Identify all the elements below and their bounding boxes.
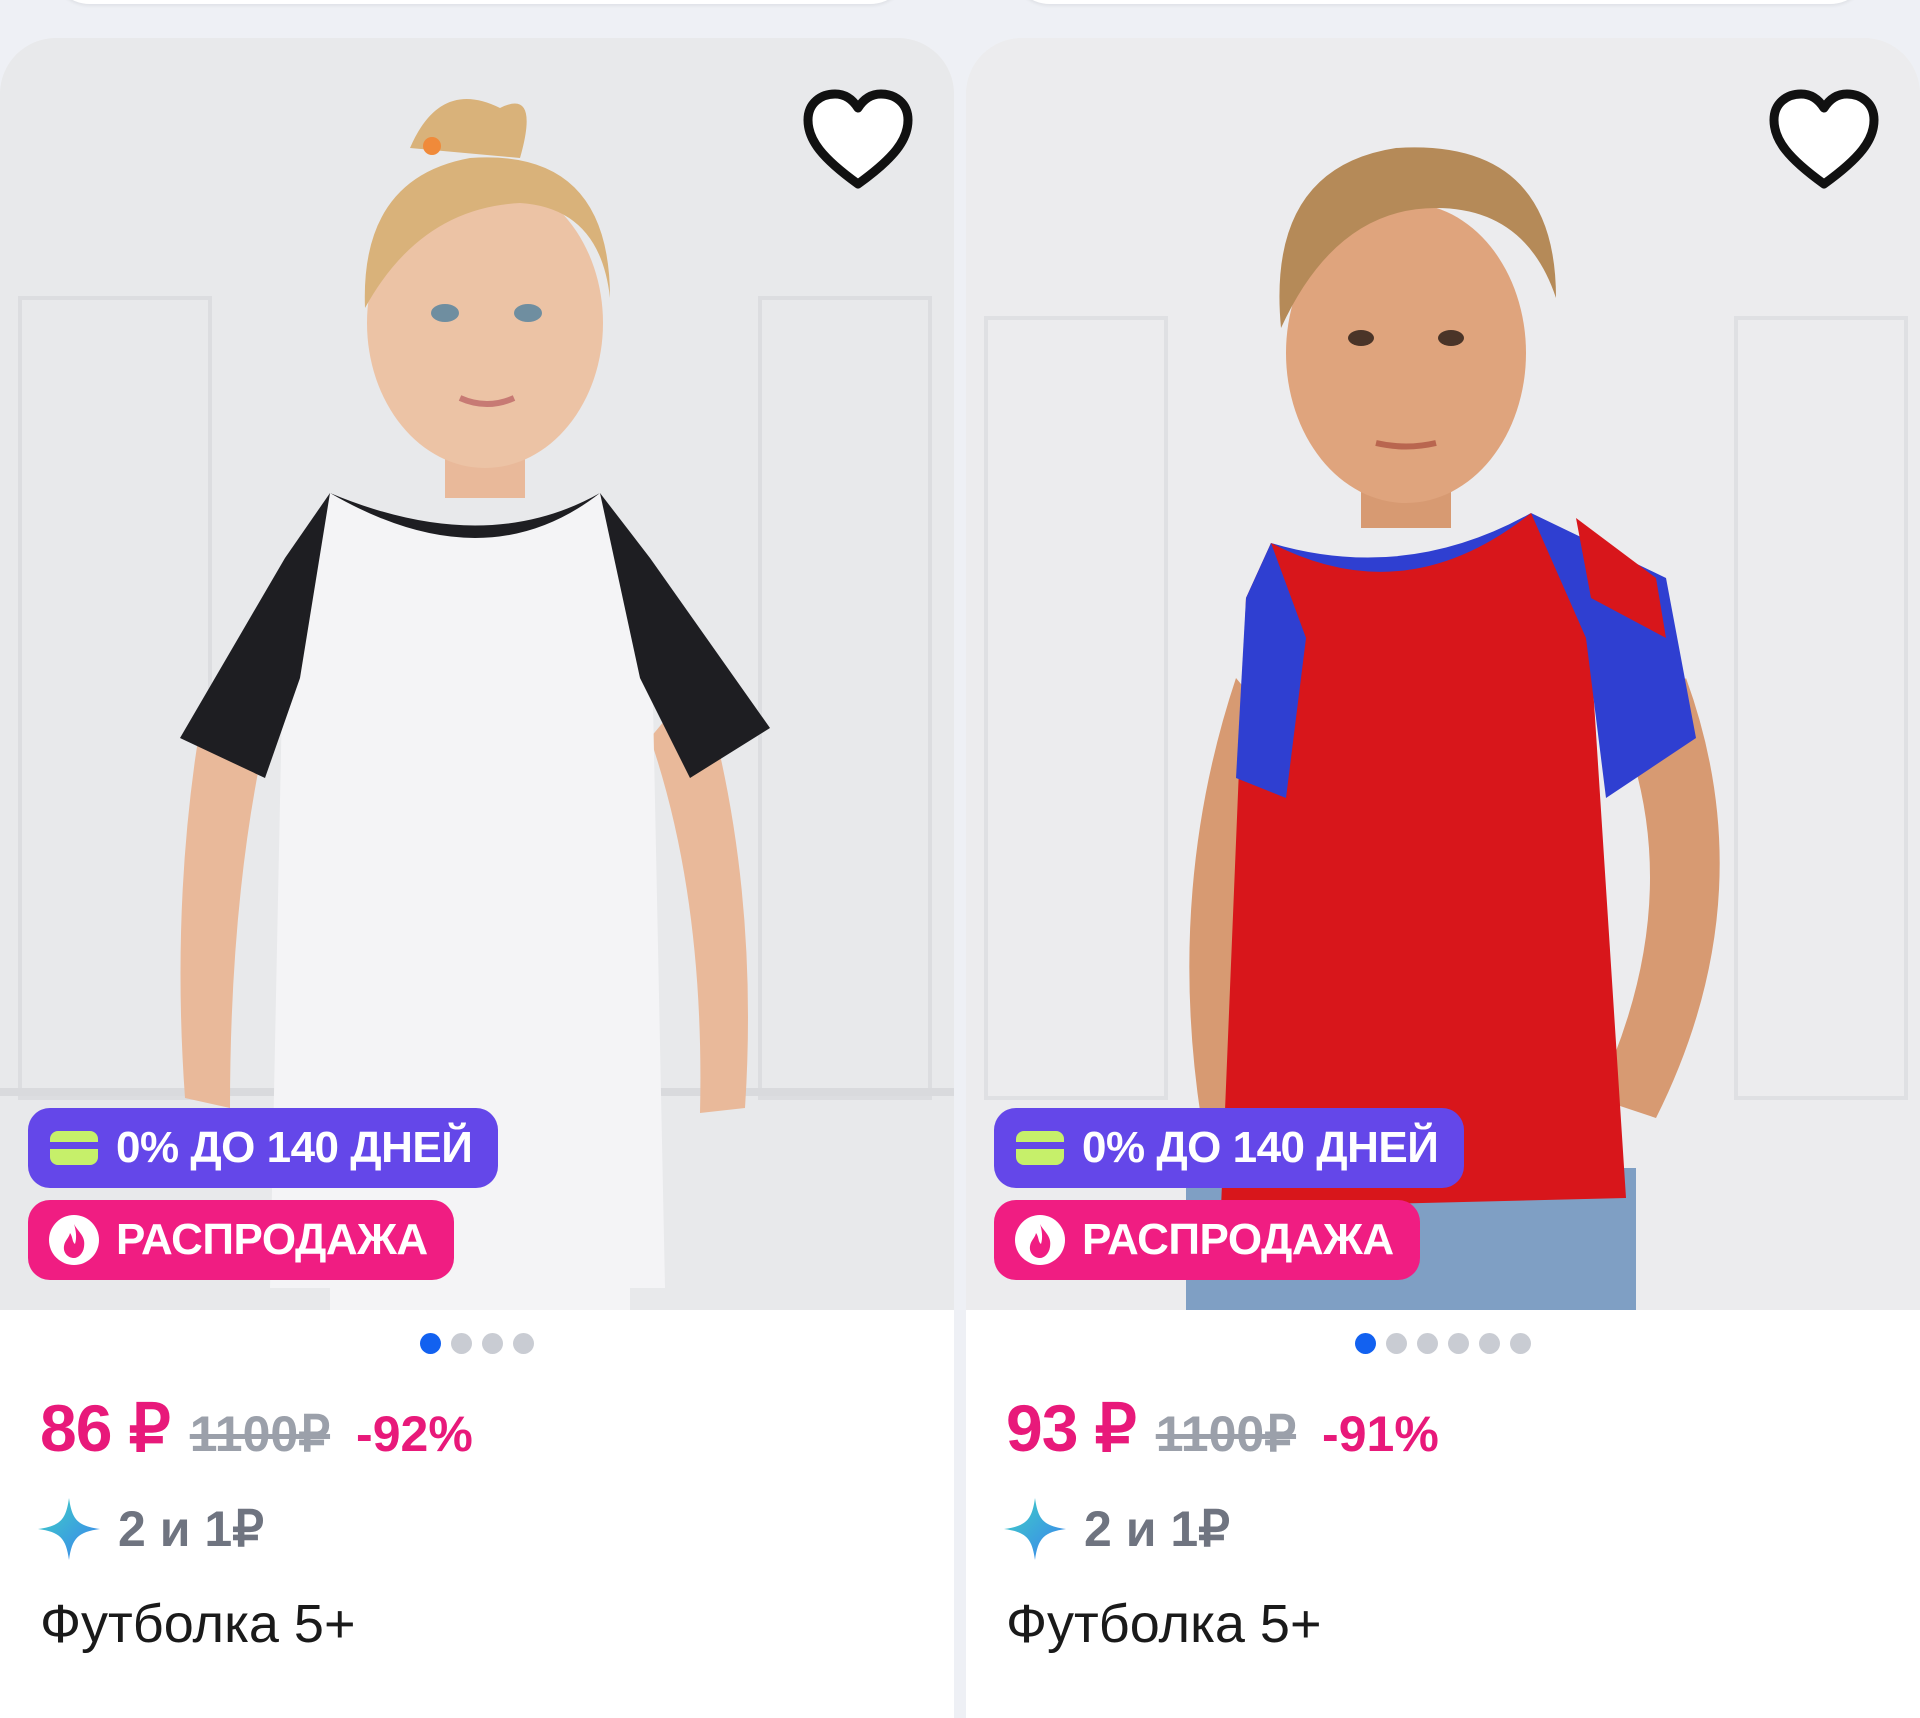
product-image[interactable]: 0% ДО 140 ДНЕЙ РАСПРОДАЖА (0, 38, 954, 1310)
card-icon (1016, 1131, 1064, 1165)
installment-badge: 0% ДО 140 ДНЕЙ (28, 1108, 499, 1188)
previous-card-bottom-left (50, 0, 910, 4)
gallery-dot[interactable] (482, 1333, 503, 1354)
gallery-dot[interactable] (1386, 1333, 1407, 1354)
favorite-button[interactable] (1768, 88, 1880, 192)
price-row: 86 ₽ 1100₽ -92% (40, 1390, 473, 1467)
heart-icon (803, 89, 913, 189)
flame-icon (49, 1215, 99, 1265)
sale-badge-label: РАСПРОДАЖА (116, 1215, 428, 1264)
current-price: 86 ₽ (40, 1391, 171, 1465)
gallery-dot-active[interactable] (420, 1333, 441, 1354)
gallery-dot-active[interactable] (1355, 1333, 1376, 1354)
price-row: 93 ₽ 1100₽ -91% (1006, 1390, 1439, 1467)
gallery-dot[interactable] (1417, 1333, 1438, 1354)
installment-badge-label: 0% ДО 140 ДНЕЙ (1082, 1123, 1439, 1172)
gallery-dot[interactable] (1510, 1333, 1531, 1354)
promo-row: 2 и 1₽ (36, 1496, 264, 1562)
product-title[interactable]: Футболка 5+ (1006, 1593, 1321, 1655)
previous-card-bottom-right (1010, 0, 1870, 4)
flame-icon (1015, 1215, 1065, 1265)
favorite-button[interactable] (802, 88, 914, 192)
gallery-dot[interactable] (1479, 1333, 1500, 1354)
old-price: 1100₽ (1155, 1406, 1297, 1462)
promo-label: 2 и 1₽ (118, 1501, 264, 1557)
gallery-dot[interactable] (451, 1333, 472, 1354)
promo-label: 2 и 1₽ (1084, 1501, 1230, 1557)
discount-percent: -92% (356, 1406, 473, 1462)
product-title[interactable]: Футболка 5+ (40, 1593, 355, 1655)
installment-badge-label: 0% ДО 140 ДНЕЙ (116, 1123, 473, 1172)
sale-badge: РАСПРОДАЖА (994, 1200, 1420, 1280)
sparkle-icon (1004, 1498, 1066, 1560)
gallery-dot[interactable] (1448, 1333, 1469, 1354)
discount-percent: -91% (1322, 1406, 1439, 1462)
heart-icon (1769, 89, 1879, 189)
gallery-pagination (0, 1333, 954, 1354)
gallery-dot[interactable] (513, 1333, 534, 1354)
gallery-pagination (966, 1333, 1920, 1354)
promo-row: 2 и 1₽ (1002, 1496, 1230, 1562)
old-price: 1100₽ (189, 1406, 331, 1462)
sale-badge: РАСПРОДАЖА (28, 1200, 454, 1280)
sparkle-icon (38, 1498, 100, 1560)
sale-badge-label: РАСПРОДАЖА (1082, 1215, 1394, 1264)
product-card[interactable]: 0% ДО 140 ДНЕЙ РАСПРОДАЖА 86 ₽ 1100₽ -92… (0, 38, 954, 1718)
product-card[interactable]: 0% ДО 140 ДНЕЙ РАСПРОДАЖА 93 ₽ 1100₽ -91… (966, 38, 1920, 1718)
installment-badge: 0% ДО 140 ДНЕЙ (994, 1108, 1465, 1188)
product-image[interactable]: 0% ДО 140 ДНЕЙ РАСПРОДАЖА (966, 38, 1920, 1310)
current-price: 93 ₽ (1006, 1391, 1137, 1465)
card-icon (50, 1131, 98, 1165)
